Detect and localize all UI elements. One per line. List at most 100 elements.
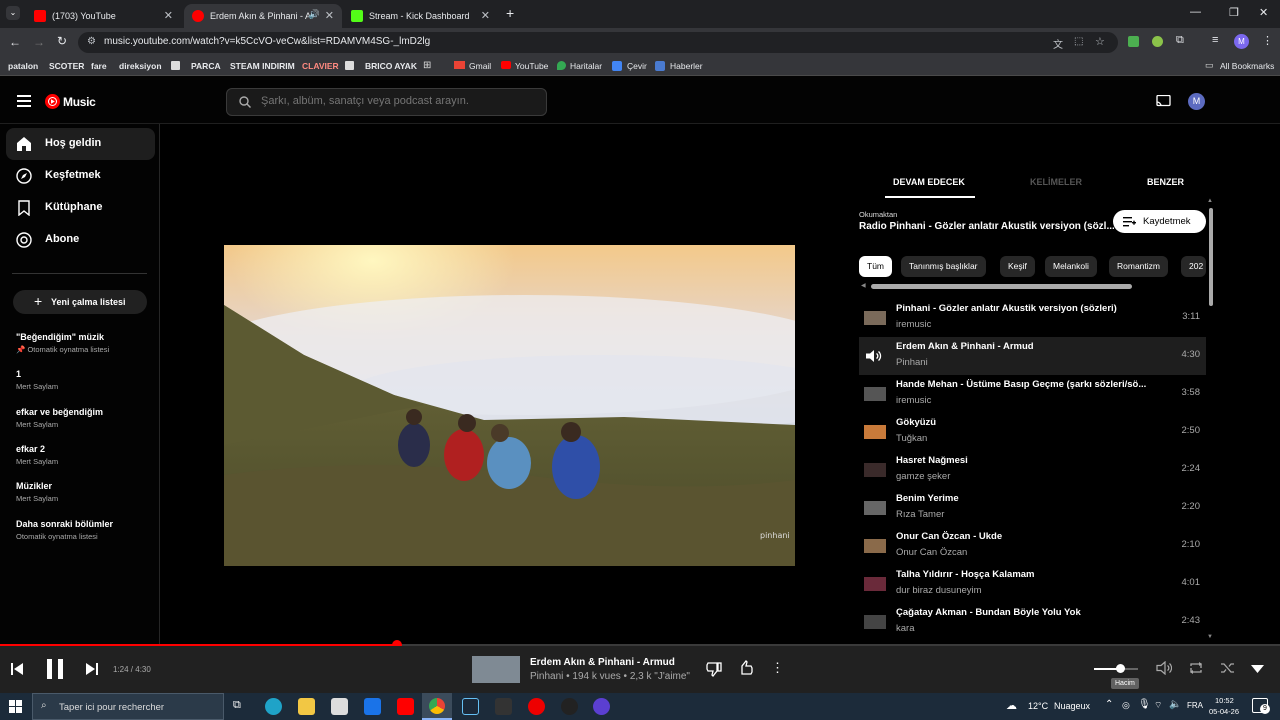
now-playing-title[interactable]: Erdem Akın & Pinhani - Armud <box>530 657 675 668</box>
bookmark-item[interactable]: fare <box>91 61 107 71</box>
scroll-left-icon[interactable]: ◀ <box>861 282 866 289</box>
video-player[interactable]: pinhani <box>224 245 795 566</box>
queue-item[interactable]: Talha Yıldırır - Hoşça Kalamam dur biraz… <box>859 565 1206 603</box>
ytmusic-logo-text[interactable]: Music <box>63 95 96 109</box>
app-icon[interactable] <box>593 698 610 715</box>
edge-icon[interactable] <box>265 698 282 715</box>
bookmark-item[interactable]: BRICO AYAK <box>365 61 417 71</box>
microsoft-store-icon[interactable] <box>331 698 348 715</box>
file-explorer-icon[interactable] <box>298 698 315 715</box>
tab-up-next[interactable]: DEVAM EDECEK <box>893 177 965 187</box>
chrome-menu-icon[interactable]: ⋮ <box>1262 34 1273 47</box>
sidebar-playlist[interactable]: efkar 2 Mert Saylam <box>16 444 58 466</box>
wifi-icon[interactable]: ⌔ <box>1154 700 1162 711</box>
queue-item[interactable]: Çağatay Akman - Bundan Böyle Yolu Yok ka… <box>859 603 1206 641</box>
close-tab-icon[interactable]: ✕ <box>325 9 334 22</box>
taskbar-search[interactable]: ⌕ Taper ici pour rechercher <box>32 693 224 720</box>
bookmark-item[interactable]: PARCA <box>191 61 221 71</box>
show-hidden-icons-icon[interactable]: ⌃ <box>1105 699 1113 710</box>
back-icon[interactable]: ← <box>9 35 21 49</box>
close-window-icon[interactable]: ✕ <box>1259 6 1268 19</box>
queue-item[interactable]: Pinhani - Gözler anlatır Akustik versiyo… <box>859 299 1206 337</box>
sidebar-playlist[interactable]: efkar ve beğendiğim Mert Saylam <box>16 407 103 429</box>
scroll-down-icon[interactable]: ▼ <box>1207 634 1213 640</box>
chip-melancholy[interactable]: Melankoli <box>1045 256 1097 277</box>
tab-lyrics[interactable]: KELİMELER <box>1030 177 1082 187</box>
search-input[interactable] <box>261 95 541 107</box>
youtube-app-icon[interactable] <box>397 698 414 715</box>
forward-icon[interactable]: → <box>33 35 45 49</box>
translate-icon[interactable]: 文 <box>1053 36 1063 51</box>
bookmark-item[interactable]: YouTube <box>515 61 548 71</box>
site-info-icon[interactable]: ⚙ <box>87 36 96 47</box>
network-icon[interactable]: ◎ <box>1122 700 1130 711</box>
nav-item-library[interactable]: Kütüphane <box>6 192 155 224</box>
queue-item-now-playing[interactable]: Erdem Akın & Pinhani - Armud Pinhani 4:3… <box>859 337 1206 375</box>
task-view-icon[interactable]: ⧉ <box>233 699 241 712</box>
nav-item-home[interactable]: Hoş geldin <box>6 128 155 160</box>
scroll-up-icon[interactable]: ▲ <box>1207 198 1213 204</box>
mail-icon[interactable] <box>364 698 381 715</box>
bookmark-item[interactable]: CLAVIER <box>302 61 339 71</box>
language-indicator[interactable]: FRA <box>1187 701 1203 710</box>
browser-tab-ytmusic[interactable]: Erdem Akın & Pinhani - Ar 🔊 ✕ <box>184 4 342 28</box>
dislike-icon[interactable] <box>706 661 722 677</box>
like-icon[interactable] <box>737 660 753 676</box>
steam-icon[interactable] <box>462 698 479 715</box>
chip-all[interactable]: Tüm <box>859 256 892 277</box>
search-bar[interactable] <box>226 88 547 116</box>
clock-time[interactable]: 10:52 <box>1215 696 1234 705</box>
new-playlist-button[interactable]: + Yeni çalma listesi <box>13 290 147 314</box>
expand-player-icon[interactable] <box>1251 665 1264 673</box>
speaker-icon[interactable]: 🔈 <box>1169 699 1181 710</box>
sidebar-playlist[interactable]: Müzikler Mert Saylam <box>16 481 58 503</box>
now-playing-thumbnail[interactable] <box>472 656 520 683</box>
chip-familiar[interactable]: Tanınmış başlıklar <box>901 256 986 277</box>
more-options-icon[interactable]: ⋮ <box>771 660 784 676</box>
volume-knob[interactable] <box>1116 664 1126 673</box>
bookmark-item[interactable]: SCOTER <box>49 61 84 71</box>
extensions-puzzle-icon[interactable]: ⧉ <box>1176 34 1184 47</box>
profile-avatar[interactable]: M <box>1234 34 1249 49</box>
windows-start-icon[interactable] <box>9 700 22 713</box>
new-tab-button[interactable]: + <box>506 5 514 21</box>
sidebar-playlist[interactable]: Daha sonraki bölümler Otomatik oynatma l… <box>16 519 113 541</box>
volume-icon[interactable] <box>1156 661 1172 675</box>
extension-icon[interactable] <box>1152 36 1163 47</box>
chip-romance[interactable]: Romantizm <box>1109 256 1168 277</box>
shuffle-icon[interactable] <box>1220 661 1236 675</box>
next-icon[interactable] <box>86 663 98 675</box>
omnibox[interactable]: ⚙ music.youtube.com/watch?v=k5CcVO-veCw&… <box>78 32 1118 53</box>
tab-search-button[interactable]: ⌄ <box>6 6 20 20</box>
browser-tab-kick[interactable]: Stream - Kick Dashboard ✕ <box>343 4 498 28</box>
notification-center-icon[interactable]: 9 <box>1252 698 1270 714</box>
install-app-icon[interactable]: ⬚ <box>1074 36 1083 47</box>
obs-icon[interactable] <box>561 698 578 715</box>
nav-item-explore[interactable]: Keşfetmek <box>6 160 155 192</box>
account-avatar[interactable]: M <box>1188 93 1205 110</box>
bookmark-item[interactable]: Haberler <box>670 61 703 71</box>
volume-slider[interactable] <box>1094 664 1138 673</box>
sidebar-playlist[interactable]: 1 Mert Saylam <box>16 369 58 391</box>
restore-icon[interactable]: ❐ <box>1229 6 1239 19</box>
close-tab-icon[interactable]: ✕ <box>164 9 173 22</box>
bookmark-item[interactable]: STEAM INDIRIM <box>230 61 295 71</box>
bookmark-item[interactable]: Haritalar <box>570 61 602 71</box>
queue-item[interactable]: Hande Mehan - Üstüme Basıp Geçme (şarkı … <box>859 375 1206 413</box>
close-tab-icon[interactable]: ✕ <box>481 9 490 22</box>
ytmusic-logo-icon[interactable] <box>45 94 60 109</box>
queue-scrollbar[interactable] <box>1209 208 1213 306</box>
url-text[interactable]: music.youtube.com/watch?v=k5CcVO-veCw&li… <box>104 36 430 47</box>
media-controls-icon[interactable]: ≡ <box>1212 34 1218 46</box>
opera-icon[interactable] <box>528 698 545 715</box>
clock-date[interactable]: 05-04-26 <box>1209 707 1239 716</box>
epic-games-icon[interactable] <box>495 698 512 715</box>
weather-temp[interactable]: 12°C <box>1028 701 1048 711</box>
pause-icon[interactable] <box>46 659 64 679</box>
minimize-icon[interactable]: — <box>1190 6 1201 18</box>
audio-playing-icon[interactable]: 🔊 <box>309 9 320 20</box>
extension-icon[interactable] <box>1128 36 1139 47</box>
bookmark-item[interactable]: Çevir <box>627 61 647 71</box>
chrome-taskbar-button[interactable] <box>422 693 452 720</box>
weather-text[interactable]: Nuageux <box>1054 701 1090 711</box>
